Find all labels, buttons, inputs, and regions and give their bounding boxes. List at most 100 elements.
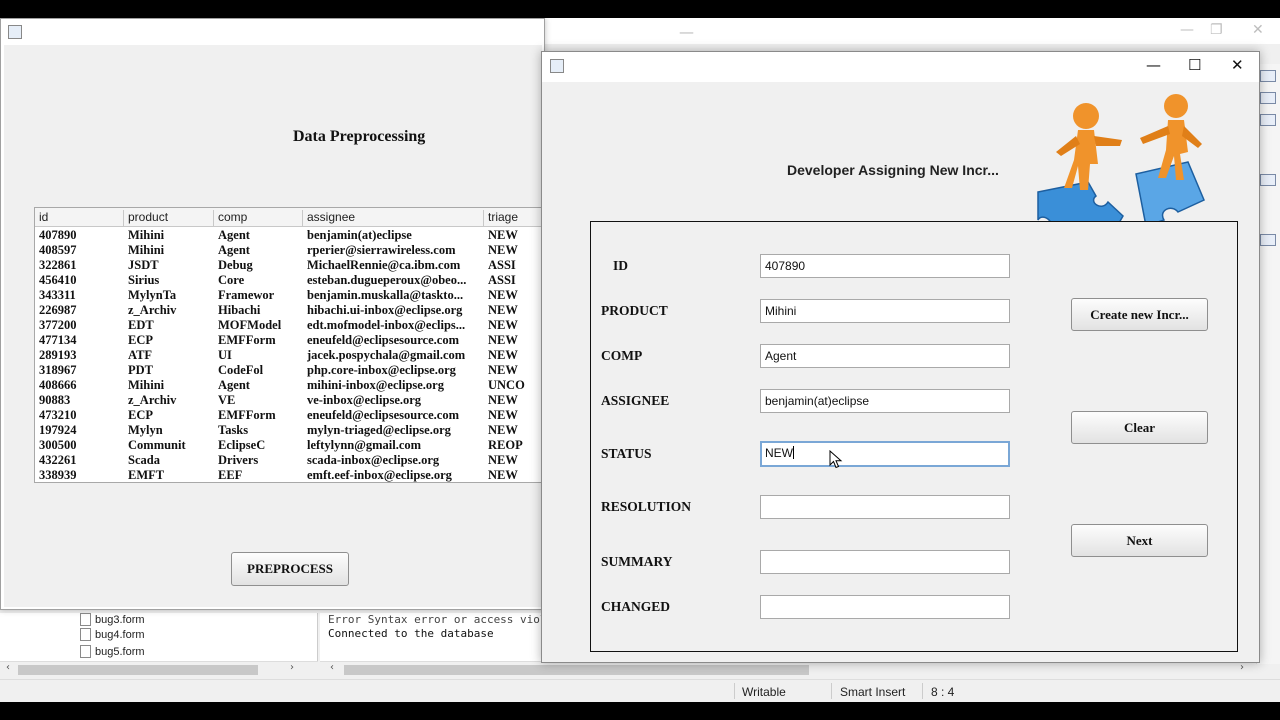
preprocess-button[interactable]: PREPROCESS — [231, 552, 349, 586]
bug-table[interactable]: id product comp assignee triage 407890 Mi… — [34, 207, 544, 483]
tree-hscrollbar[interactable]: ‹ › — [0, 661, 318, 677]
close-icon[interactable]: ✕ — [1231, 56, 1244, 74]
table-cell: NEW — [488, 243, 518, 257]
table-cell: benjamin(at)eclipse — [307, 228, 412, 242]
taskbar-strip — [0, 702, 1280, 720]
table-cell: z_Archiv — [128, 303, 177, 317]
table-cell: EMFForm — [218, 333, 276, 347]
bg-restore-icon[interactable]: ❐ — [1210, 22, 1223, 38]
table-cell: EMFT — [128, 468, 165, 482]
status-writable: Writable — [742, 685, 786, 699]
table-cell: NEW — [488, 468, 518, 482]
minimize-icon[interactable]: — — [1146, 56, 1161, 74]
next-button[interactable]: Next — [1071, 524, 1208, 557]
assignee-field[interactable]: benjamin(at)eclipse — [760, 389, 1010, 413]
bg-close-icon[interactable]: ✕ — [1252, 22, 1264, 38]
minimize-icon[interactable]: — — [679, 23, 694, 41]
table-cell: VE — [218, 393, 236, 407]
table-row[interactable]: 432261 Scada Drivers scada-inbox@eclipse.or… — [35, 453, 543, 468]
table-row[interactable]: 289193 ATF UI jacek.pospychala@gmail.com NEW — [35, 348, 543, 363]
scroll-right-icon[interactable]: › — [290, 662, 294, 673]
scroll-right-icon[interactable]: › — [1240, 662, 1244, 673]
table-row[interactable]: 456410 Sirius Core esteban.dugueperoux@obeo… — [35, 273, 543, 288]
project-tree: bug3.form bug4.form bug5.form ‹ › — [0, 613, 318, 677]
page-title: Data Preprocessing — [293, 128, 426, 145]
bg-minimize-icon[interactable]: — — [1180, 22, 1194, 38]
table-cell: ATF — [128, 348, 153, 362]
table-row[interactable]: 473210 ECP EMFForm eneufeld@eclipsesource.c… — [35, 408, 543, 423]
column-header[interactable]: id — [35, 210, 124, 227]
table-cell: 432261 — [39, 453, 77, 467]
table-row[interactable]: 408666 Mihini Agent mihini-inbox@eclipse.or… — [35, 378, 543, 393]
status-field[interactable]: NEW — [760, 441, 1010, 467]
status-bar: Writable Smart Insert 8 : 4 — [0, 679, 1280, 702]
table-cell: 289193 — [39, 348, 77, 362]
preprocessing-window: — Data Preprocessing id product comp ass… — [0, 18, 694, 610]
tree-item[interactable]: bug4.form — [80, 628, 145, 641]
summary-field[interactable] — [760, 550, 1010, 574]
table-row[interactable]: 197924 Mylyn Tasks mylyn-triaged@eclipse.or… — [35, 423, 543, 438]
table-row[interactable]: 300500 Communit EclipseC leftylynn@gmail.co… — [35, 438, 543, 453]
table-row[interactable]: 338939 EMFT EEF emft.eef-inbox@eclipse.org N… — [35, 468, 543, 482]
column-header[interactable]: comp — [214, 210, 303, 227]
view-icon[interactable] — [1260, 174, 1276, 186]
table-row[interactable]: 322861 JSDT Debug MichaelRennie@ca.ibm.com A… — [35, 258, 543, 273]
table-cell: Agent — [218, 378, 250, 392]
tree-item-label: bug4.form — [95, 628, 145, 641]
perspective-icon[interactable] — [1260, 70, 1276, 82]
table-row[interactable]: 226987 z_Archiv Hibachi hibachi.ui-inbox@ec… — [35, 303, 543, 318]
scroll-thumb[interactable] — [18, 665, 258, 675]
table-row[interactable]: 343311 MylynTa Framewor benjamin.muskalla@t… — [35, 288, 543, 303]
summary-label: SUMMARY — [601, 554, 673, 569]
comp-label: COMP — [601, 348, 643, 363]
view-icon[interactable] — [1260, 234, 1276, 246]
status-label: STATUS — [601, 446, 652, 461]
table-cell: 343311 — [39, 288, 76, 302]
desktop: — ❐ ✕ bug3.form bug4.form bug5.form ‹ › … — [0, 18, 1280, 702]
table-cell: Mihini — [128, 378, 165, 392]
table-cell: rperier@sierrawireless.com — [307, 243, 456, 257]
product-field[interactable]: Mihini — [760, 299, 1010, 323]
table-cell: NEW — [488, 393, 518, 407]
file-icon — [80, 613, 91, 626]
column-header[interactable]: triage — [484, 210, 543, 227]
tree-item[interactable]: bug3.form — [80, 613, 145, 626]
table-row[interactable]: 408597 Mihini Agent rperier@sierrawireless.… — [35, 243, 543, 258]
table-row[interactable]: 407890 Mihini Agent benjamin(at)eclipse NEW — [35, 228, 543, 243]
comp-field[interactable]: Agent — [760, 344, 1010, 368]
table-cell: Communit — [128, 438, 186, 452]
table-cell: Agent — [218, 243, 250, 257]
tree-item[interactable]: bug5.form — [80, 645, 145, 658]
file-icon — [80, 628, 91, 641]
changed-field[interactable] — [760, 595, 1010, 619]
console-hscrollbar[interactable]: ‹ › — [320, 661, 1256, 677]
scroll-left-icon[interactable]: ‹ — [330, 662, 334, 673]
view-icon[interactable] — [1260, 92, 1276, 104]
table-row[interactable]: 377200 EDT MOFModel edt.mofmodel-inbox@ecli… — [35, 318, 543, 333]
scroll-left-icon[interactable]: ‹ — [6, 662, 10, 673]
table-row[interactable]: 477134 ECP EMFForm eneufeld@eclipsesource.c… — [35, 333, 543, 348]
table-cell: EDT — [128, 318, 154, 332]
table-cell: MylynTa — [128, 288, 177, 302]
clear-button[interactable]: Clear — [1071, 411, 1208, 444]
table-cell: 318967 — [39, 363, 77, 377]
table-row[interactable]: 90883 z_Archiv VE ve-inbox@eclipse.org NEW — [35, 393, 543, 408]
table-row[interactable]: 318967 PDT CodeFol php.core-inbox@eclipse.o… — [35, 363, 543, 378]
java-app-icon — [550, 59, 564, 73]
table-cell: Sirius — [128, 273, 160, 287]
column-header[interactable]: assignee — [303, 210, 484, 227]
maximize-icon[interactable]: ☐ — [1188, 56, 1201, 74]
table-cell: CodeFol — [218, 363, 264, 377]
text-caret — [793, 446, 794, 459]
column-header[interactable]: product — [124, 210, 214, 227]
table-cell: NEW — [488, 363, 518, 377]
scroll-thumb[interactable] — [344, 665, 809, 675]
table-cell: 408666 — [39, 378, 77, 392]
preprocessing-titlebar: — — [1, 19, 694, 45]
resolution-field[interactable] — [760, 495, 1010, 519]
view-icon[interactable] — [1260, 114, 1276, 126]
create-incident-button[interactable]: Create new Incr... — [1071, 298, 1208, 331]
table-cell: mihini-inbox@eclipse.org — [307, 378, 444, 392]
table-cell: ASSI — [488, 273, 516, 287]
id-field[interactable]: 407890 — [760, 254, 1010, 278]
